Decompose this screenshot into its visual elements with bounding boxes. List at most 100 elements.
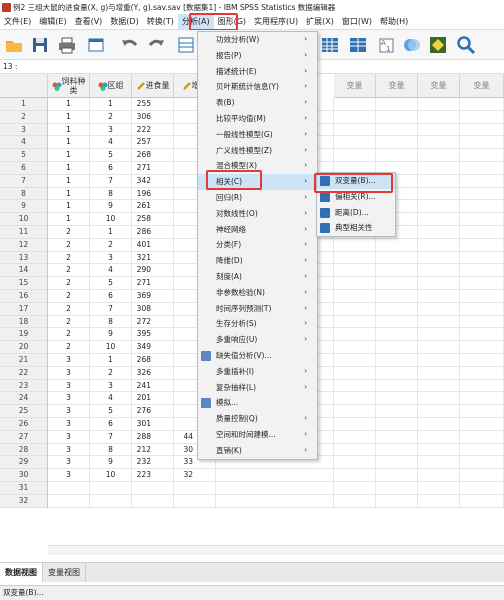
data-cell[interactable]: 321	[132, 251, 174, 265]
data-cell[interactable]: 2	[48, 290, 90, 303]
data-cell[interactable]	[48, 482, 90, 495]
analyze-menu-item[interactable]: 描述统计(E) ›	[198, 64, 317, 80]
data-cell[interactable]	[334, 430, 376, 444]
data-cell[interactable]: 6	[90, 290, 132, 303]
data-cell[interactable]	[460, 136, 504, 150]
data-cell[interactable]: 232	[132, 456, 174, 470]
data-cell[interactable]: 196	[132, 187, 174, 201]
column-header-feed-type[interactable]: 饲料种类	[48, 74, 90, 98]
variables-grid-icon[interactable]	[320, 35, 340, 55]
data-cell[interactable]: 3	[48, 366, 90, 380]
row-number[interactable]: 19	[0, 328, 48, 342]
data-cell[interactable]	[376, 418, 418, 431]
data-cell[interactable]	[376, 315, 418, 329]
data-cell[interactable]	[460, 418, 504, 431]
data-cell[interactable]: 1	[90, 226, 132, 239]
data-cell[interactable]: 4	[90, 264, 132, 278]
data-cell[interactable]: 271	[132, 277, 174, 290]
data-cell[interactable]	[376, 290, 418, 303]
data-cell[interactable]	[376, 354, 418, 367]
row-number[interactable]: 9	[0, 200, 48, 214]
data-cell[interactable]	[334, 136, 376, 150]
data-cell[interactable]	[418, 494, 460, 508]
data-cell[interactable]	[418, 366, 460, 380]
data-cell[interactable]: 3	[48, 379, 90, 393]
column-header-empty[interactable]: 变量	[334, 74, 376, 98]
data-cell[interactable]: 1	[48, 174, 90, 188]
analyze-menu-item[interactable]: 一般线性模型(G) ›	[198, 127, 317, 143]
data-cell[interactable]	[460, 443, 504, 457]
data-cell[interactable]	[376, 379, 418, 393]
row-number[interactable]: 5	[0, 149, 48, 162]
data-cell[interactable]	[460, 341, 504, 354]
row-number[interactable]: 16	[0, 290, 48, 303]
row-number[interactable]: 23	[0, 379, 48, 393]
data-cell[interactable]: 349	[132, 341, 174, 354]
data-cell[interactable]: 3	[48, 456, 90, 470]
data-cell[interactable]	[460, 328, 504, 342]
data-cell[interactable]	[418, 264, 460, 278]
data-cell[interactable]	[376, 482, 418, 495]
data-cell[interactable]	[418, 302, 460, 316]
use-sets-icon[interactable]	[402, 35, 422, 55]
data-cell[interactable]: 1	[48, 200, 90, 214]
value-labels-icon[interactable]: A1	[376, 35, 396, 55]
analyze-menu-item[interactable]: 多重插补(I) ›	[198, 364, 317, 380]
data-cell[interactable]: 258	[132, 213, 174, 226]
data-cell[interactable]	[334, 379, 376, 393]
data-cell[interactable]	[334, 482, 376, 495]
analyze-menu-item[interactable]: 功效分析(W) ›	[198, 32, 317, 48]
column-header-empty[interactable]: 变量	[376, 74, 418, 98]
data-cell[interactable]	[418, 238, 460, 252]
data-cell[interactable]	[376, 123, 418, 137]
data-cell[interactable]	[376, 251, 418, 265]
data-cell[interactable]	[334, 405, 376, 418]
data-cell[interactable]	[460, 469, 504, 482]
row-number[interactable]: 24	[0, 392, 48, 406]
data-cell[interactable]	[132, 482, 174, 495]
data-cell[interactable]	[334, 290, 376, 303]
data-cell[interactable]	[460, 302, 504, 316]
row-number[interactable]: 10	[0, 213, 48, 226]
data-cell[interactable]	[334, 469, 376, 482]
data-cell[interactable]: 3	[48, 430, 90, 444]
row-number[interactable]: 31	[0, 482, 48, 495]
data-cell[interactable]: 2	[90, 238, 132, 252]
data-cell[interactable]	[418, 392, 460, 406]
data-cell[interactable]: 10	[90, 341, 132, 354]
data-cell[interactable]: 2	[48, 328, 90, 342]
undo-icon[interactable]	[120, 35, 140, 55]
data-cell[interactable]: 2	[90, 110, 132, 124]
data-cell[interactable]	[460, 264, 504, 278]
data-cell[interactable]: 3	[48, 392, 90, 406]
data-cell[interactable]: 301	[132, 418, 174, 431]
data-cell[interactable]: 7	[90, 430, 132, 444]
data-cell[interactable]: 10	[90, 469, 132, 482]
data-cell[interactable]: 1	[90, 98, 132, 111]
data-cell[interactable]	[376, 443, 418, 457]
open-folder-icon[interactable]	[4, 35, 24, 55]
row-number[interactable]: 20	[0, 341, 48, 354]
data-cell[interactable]	[418, 226, 460, 239]
data-cell[interactable]	[418, 469, 460, 482]
data-cell[interactable]	[418, 277, 460, 290]
data-cell[interactable]	[418, 290, 460, 303]
analyze-menu-item[interactable]: 贝叶斯统计信息(Y) ›	[198, 79, 317, 95]
analyze-menu-item[interactable]: 模拟...	[198, 395, 317, 411]
analyze-menu-item[interactable]: 降维(D) ›	[198, 253, 317, 269]
data-cell[interactable]	[418, 136, 460, 150]
data-cell[interactable]: 3	[90, 251, 132, 265]
data-cell[interactable]	[334, 443, 376, 457]
data-cell[interactable]: 9	[90, 328, 132, 342]
data-cell[interactable]	[376, 328, 418, 342]
data-cell[interactable]: 2	[48, 251, 90, 265]
data-cell[interactable]	[460, 379, 504, 393]
row-number[interactable]: 27	[0, 430, 48, 444]
analyze-menu-item[interactable]: 质量控制(Q) ›	[198, 411, 317, 427]
analyze-menu-item[interactable]: 回归(R) ›	[198, 190, 317, 206]
data-cell[interactable]	[376, 110, 418, 124]
data-cell[interactable]	[174, 494, 216, 508]
data-cell[interactable]: 326	[132, 366, 174, 380]
data-cell[interactable]	[460, 290, 504, 303]
data-cell[interactable]	[460, 494, 504, 508]
